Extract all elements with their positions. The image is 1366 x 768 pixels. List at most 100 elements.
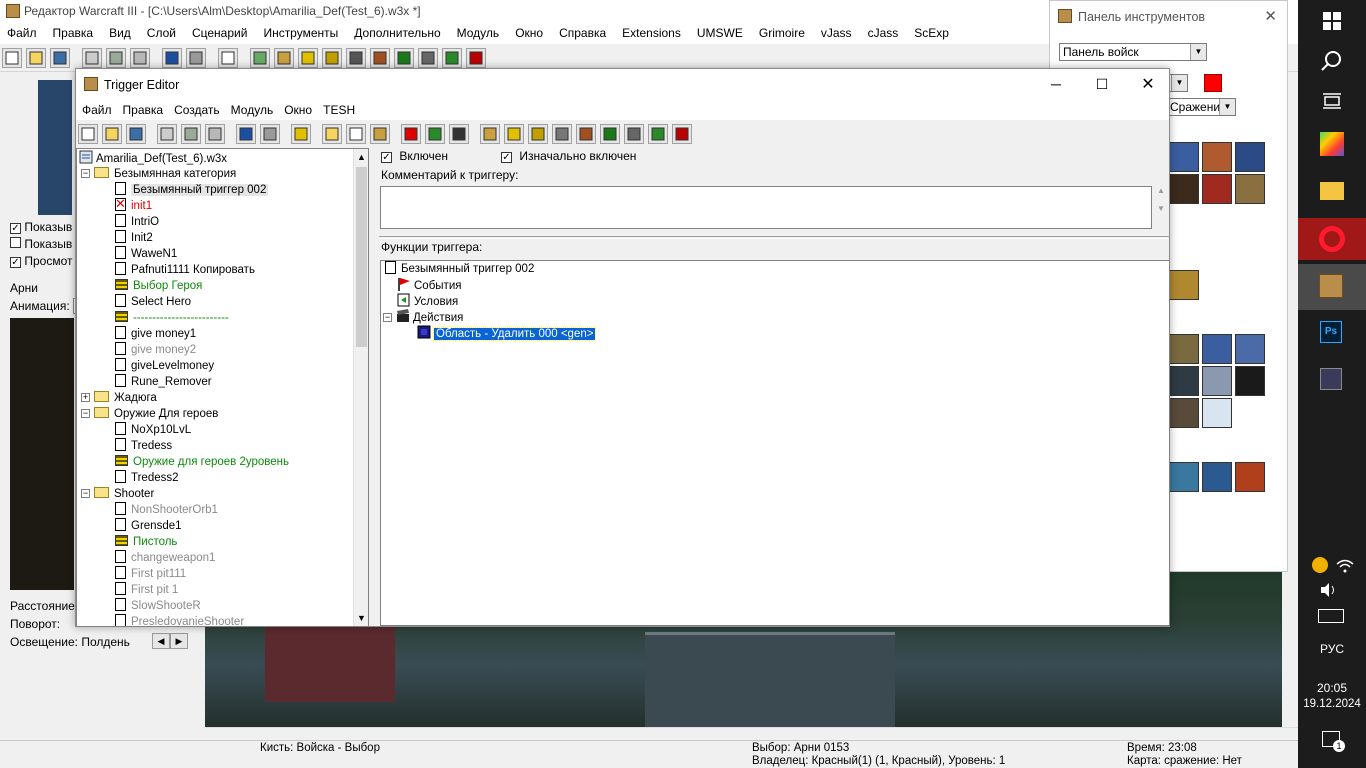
tree-trigger[interactable]: init1	[115, 196, 152, 214]
collapse-icon[interactable]: −	[81, 489, 90, 498]
scroll-up-arrow-icon[interactable]: ▲	[354, 149, 368, 165]
camera-icon[interactable]	[346, 48, 366, 68]
minimize-button[interactable]: ─	[1033, 69, 1079, 100]
trigger-editor-menu-item[interactable]: Файл	[82, 100, 112, 117]
taskbar-app-warcraft[interactable]	[1298, 358, 1366, 400]
paste-icon[interactable]	[130, 48, 150, 68]
tree-trigger[interactable]: Grensde1	[115, 518, 182, 534]
unit-tile[interactable]	[1202, 462, 1232, 492]
open-icon[interactable]	[102, 124, 122, 144]
trigger-editor-menu-item[interactable]: Окно	[284, 100, 312, 117]
unit-tile[interactable]	[1202, 174, 1232, 204]
splitter[interactable]	[379, 236, 1169, 239]
trigger-editor-menu-item[interactable]: TESH	[323, 100, 355, 117]
minimap[interactable]	[38, 80, 72, 215]
show-checkbox-2[interactable]: Показыв	[10, 237, 72, 251]
object-icon[interactable]	[600, 124, 620, 144]
main-menu-item[interactable]: Extensions	[622, 22, 681, 40]
main-menu-item[interactable]: vJass	[821, 22, 852, 40]
tree-category[interactable]: + Жадюга	[81, 390, 157, 406]
main-menu-item[interactable]: cJass	[868, 22, 899, 40]
unit-tile[interactable]	[1235, 174, 1265, 204]
taskbar-app-worldeditor[interactable]	[1298, 264, 1366, 310]
maximize-button[interactable]: ☐	[1079, 69, 1125, 100]
new-icon[interactable]	[2, 48, 22, 68]
func-events[interactable]: События	[397, 277, 461, 293]
tree-trigger[interactable]: Tredess2	[115, 470, 179, 486]
import-icon[interactable]	[418, 48, 438, 68]
func-root[interactable]: Безымянный триггер 002	[385, 261, 534, 277]
unit-tile[interactable]	[1169, 334, 1199, 364]
main-menu-item[interactable]: Инструменты	[263, 22, 338, 40]
task-view-button[interactable]	[1298, 80, 1366, 122]
import-icon[interactable]	[624, 124, 644, 144]
quest-icon[interactable]	[672, 124, 692, 144]
tree-root[interactable]: Amarilia_Def(Test_6).w3x	[79, 150, 227, 166]
new-icon[interactable]	[78, 124, 98, 144]
cut-icon[interactable]	[157, 124, 177, 144]
new-category-icon[interactable]	[322, 124, 342, 144]
clock-time[interactable]: 20:05	[1298, 681, 1366, 695]
quest-icon[interactable]	[466, 48, 486, 68]
main-menu-item[interactable]: Окно	[515, 22, 543, 40]
unit-tile[interactable]	[1235, 334, 1265, 364]
start-button[interactable]	[1298, 0, 1366, 42]
trigger-tree[interactable]: Amarilia_Def(Test_6).w3x − Безымянная кат…	[76, 148, 369, 627]
keyboard-icon[interactable]	[1318, 609, 1344, 623]
lighting-next-button[interactable]: ▶	[170, 633, 188, 649]
tree-comment[interactable]: Пистоль	[115, 534, 177, 550]
taskbar-app-explorer[interactable]	[1298, 170, 1366, 212]
paste-icon[interactable]	[205, 124, 225, 144]
tree-trigger[interactable]: give money2	[115, 342, 196, 358]
main-menu-item[interactable]: Вид	[109, 22, 131, 40]
tree-trigger[interactable]: First pit111	[115, 566, 186, 582]
collapse-icon[interactable]: −	[81, 409, 90, 418]
volume-icon[interactable]	[1320, 583, 1338, 597]
show-checkbox-1[interactable]: ✓ Показыв	[10, 220, 72, 234]
unit-tile[interactable]	[1235, 462, 1265, 492]
doodad-icon[interactable]	[504, 124, 524, 144]
undo-icon[interactable]	[236, 124, 256, 144]
tree-vertical-scrollbar[interactable]: ▲ ▼	[353, 149, 368, 626]
unit-tile[interactable]	[1235, 142, 1265, 172]
trigger-editor-menu-item[interactable]: Создать	[174, 100, 220, 117]
object-icon[interactable]	[394, 48, 414, 68]
input-language[interactable]: РУС	[1298, 642, 1366, 656]
tree-trigger[interactable]: WaweN1	[115, 246, 177, 262]
enabled-checkbox[interactable]: ✓ Включен	[381, 149, 448, 163]
comment-scrollbar[interactable]: ▲ ▼	[1155, 186, 1167, 229]
map-vertical-scrollbar[interactable]	[1282, 572, 1298, 727]
terrain-icon[interactable]	[480, 124, 500, 144]
unit-icon[interactable]	[528, 124, 548, 144]
new-action-icon[interactable]	[449, 124, 469, 144]
player-color-swatch[interactable]	[1204, 74, 1222, 92]
func-actions[interactable]: − Действия	[383, 309, 463, 325]
unit-tile[interactable]	[1169, 462, 1199, 492]
redo-icon[interactable]	[260, 124, 280, 144]
collapse-icon[interactable]: −	[383, 313, 392, 322]
search-button[interactable]	[1298, 40, 1366, 82]
trigger-functions-tree[interactable]: Безымянный триггер 002 События Условия −…	[380, 260, 1170, 626]
tree-trigger[interactable]: NoXp10LvL	[115, 422, 191, 438]
palette-type-select[interactable]: Панель войск ▼	[1059, 43, 1207, 61]
unit-tile[interactable]	[1202, 398, 1232, 428]
new-comment-icon[interactable]	[370, 124, 390, 144]
tree-trigger[interactable]: NonShooterOrb1	[115, 502, 218, 518]
scroll-down-arrow-icon[interactable]: ▼	[354, 610, 368, 626]
open-icon[interactable]	[26, 48, 46, 68]
copy-icon[interactable]	[106, 48, 126, 68]
cut-icon[interactable]	[82, 48, 102, 68]
func-conditions[interactable]: Условия	[397, 293, 458, 309]
tree-trigger[interactable]: Pafnuti1111 Копировать	[115, 262, 255, 278]
map-horizontal-scrollbar[interactable]	[205, 727, 1298, 739]
tree-trigger[interactable]: give money1	[115, 326, 196, 342]
doodad-icon[interactable]	[274, 48, 294, 68]
tree-scroll-thumb[interactable]	[356, 167, 367, 347]
camera-icon[interactable]	[576, 124, 596, 144]
new-trigger-icon[interactable]	[346, 124, 366, 144]
tray-app-icon[interactable]	[1312, 557, 1328, 573]
unit-tile[interactable]	[1169, 398, 1199, 428]
main-menu-item[interactable]: Справка	[559, 22, 606, 40]
preview-checkbox[interactable]: ✓ Просмот	[10, 254, 72, 268]
test-icon[interactable]	[648, 124, 668, 144]
